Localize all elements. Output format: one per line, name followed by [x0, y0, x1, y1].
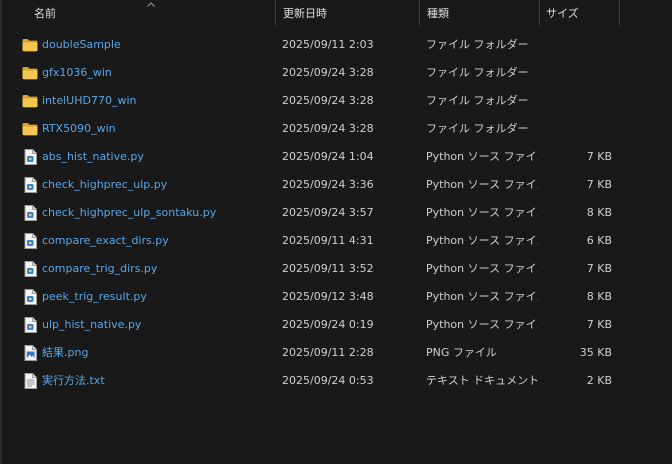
- file-row[interactable]: compare_exact_dirs.py 2025/09/11 4:31 Pyth…: [0, 227, 672, 255]
- column-divider[interactable]: [419, 0, 420, 26]
- python-file-icon: [21, 199, 39, 227]
- file-type: ファイル フォルダー: [426, 38, 529, 51]
- column-divider[interactable]: [539, 0, 540, 26]
- file-size: 8 KB: [586, 206, 612, 219]
- file-row[interactable]: RTX5090_win 2025/09/24 3:28 ファイル フォルダー: [0, 115, 672, 143]
- column-header-size[interactable]: サイズ: [546, 0, 618, 28]
- file-name[interactable]: peek_trig_result.py: [42, 283, 274, 311]
- python-file-icon: [21, 283, 39, 311]
- file-name[interactable]: abs_hist_native.py: [42, 143, 274, 171]
- file-row[interactable]: 結果.png 2025/09/11 2:28 PNG ファイル 35 KB: [0, 339, 672, 367]
- file-name[interactable]: gfx1036_win: [42, 59, 274, 87]
- file-name[interactable]: doubleSample: [42, 31, 274, 59]
- python-file-icon: [21, 311, 39, 339]
- file-modified-date: 2025/09/24 3:28: [282, 66, 374, 79]
- file-name[interactable]: check_highprec_ulp_sontaku.py: [42, 199, 274, 227]
- folder-icon: [21, 31, 39, 59]
- file-row[interactable]: abs_hist_native.py 2025/09/24 1:04 Python …: [0, 143, 672, 171]
- file-row[interactable]: peek_trig_result.py 2025/09/12 3:48 Python…: [0, 283, 672, 311]
- file-size: [540, 87, 612, 115]
- file-row[interactable]: check_highprec_ulp_sontaku.py 2025/09/24 …: [0, 199, 672, 227]
- column-divider[interactable]: [619, 0, 620, 26]
- file-size: 7 KB: [586, 262, 612, 275]
- file-type: Python ソース ファイル: [426, 150, 538, 163]
- file-type: Python ソース ファイル: [426, 290, 538, 303]
- column-header-type[interactable]: 種類: [427, 0, 537, 28]
- file-type: ファイル フォルダー: [426, 66, 529, 79]
- file-size: [540, 31, 612, 59]
- file-modified-date: 2025/09/24 0:19: [282, 318, 374, 331]
- file-type: Python ソース ファイル: [426, 318, 538, 331]
- file-size: [540, 115, 612, 143]
- file-name[interactable]: compare_exact_dirs.py: [42, 227, 274, 255]
- file-list: doubleSample 2025/09/11 2:03 ファイル フォルダー gfx…: [0, 31, 672, 395]
- file-type: テキスト ドキュメント: [426, 374, 538, 387]
- column-header-date[interactable]: 更新日時: [283, 0, 417, 28]
- file-modified-date: 2025/09/11 3:52: [282, 262, 374, 275]
- file-size: 7 KB: [586, 318, 612, 331]
- file-type: ファイル フォルダー: [426, 94, 529, 107]
- column-divider[interactable]: [275, 0, 276, 26]
- file-type: PNG ファイル: [426, 346, 497, 359]
- folder-icon: [21, 115, 39, 143]
- file-row[interactable]: gfx1036_win 2025/09/24 3:28 ファイル フォルダー: [0, 59, 672, 87]
- sort-ascending-icon: [147, 2, 155, 7]
- file-modified-date: 2025/09/24 3:28: [282, 122, 374, 135]
- file-modified-date: 2025/09/24 3:57: [282, 206, 374, 219]
- file-type: Python ソース ファイル: [426, 234, 538, 247]
- file-size: 6 KB: [586, 234, 612, 247]
- file-size: 7 KB: [586, 150, 612, 163]
- image-file-icon: [21, 339, 39, 367]
- python-file-icon: [21, 171, 39, 199]
- file-name[interactable]: ulp_hist_native.py: [42, 311, 274, 339]
- python-file-icon: [21, 255, 39, 283]
- file-row[interactable]: ulp_hist_native.py 2025/09/24 0:19 Python …: [0, 311, 672, 339]
- file-modified-date: 2025/09/11 2:28: [282, 346, 374, 359]
- file-row[interactable]: intelUHD770_win 2025/09/24 3:28 ファイル フォルダー: [0, 87, 672, 115]
- file-type: Python ソース ファイル: [426, 262, 538, 275]
- file-type: Python ソース ファイル: [426, 178, 538, 191]
- file-modified-date: 2025/09/24 0:53: [282, 374, 374, 387]
- folder-icon: [21, 59, 39, 87]
- python-file-icon: [21, 227, 39, 255]
- file-size: 35 KB: [579, 346, 612, 359]
- file-size: 2 KB: [586, 374, 612, 387]
- file-name[interactable]: 実行方法.txt: [42, 367, 274, 395]
- python-file-icon: [21, 143, 39, 171]
- file-modified-date: 2025/09/24 3:36: [282, 178, 374, 191]
- file-modified-date: 2025/09/11 2:03: [282, 38, 374, 51]
- folder-icon: [21, 87, 39, 115]
- file-type: ファイル フォルダー: [426, 122, 529, 135]
- file-row[interactable]: check_highprec_ulp.py 2025/09/24 3:36 Pyth…: [0, 171, 672, 199]
- file-name[interactable]: intelUHD770_win: [42, 87, 274, 115]
- file-name[interactable]: check_highprec_ulp.py: [42, 171, 274, 199]
- file-name[interactable]: compare_trig_dirs.py: [42, 255, 274, 283]
- file-size: 8 KB: [586, 290, 612, 303]
- file-type: Python ソース ファイル: [426, 206, 538, 219]
- file-size: [540, 59, 612, 87]
- file-name[interactable]: RTX5090_win: [42, 115, 274, 143]
- file-modified-date: 2025/09/24 1:04: [282, 150, 374, 163]
- file-row[interactable]: 実行方法.txt 2025/09/24 0:53 テキスト ドキュメント 2 KB: [0, 367, 672, 395]
- file-modified-date: 2025/09/12 3:48: [282, 290, 374, 303]
- file-size: 7 KB: [586, 178, 612, 191]
- column-header-bar: 名前 更新日時 種類 サイズ: [0, 0, 672, 28]
- file-row[interactable]: compare_trig_dirs.py 2025/09/11 3:52 Pytho…: [0, 255, 672, 283]
- file-list-pane: 名前 更新日時 種類 サイズ doubleSample 2025/09/11 2:…: [0, 0, 672, 464]
- file-modified-date: 2025/09/24 3:28: [282, 94, 374, 107]
- file-name[interactable]: 結果.png: [42, 339, 274, 367]
- text-file-icon: [21, 367, 39, 395]
- file-modified-date: 2025/09/11 4:31: [282, 234, 374, 247]
- file-row[interactable]: doubleSample 2025/09/11 2:03 ファイル フォルダー: [0, 31, 672, 59]
